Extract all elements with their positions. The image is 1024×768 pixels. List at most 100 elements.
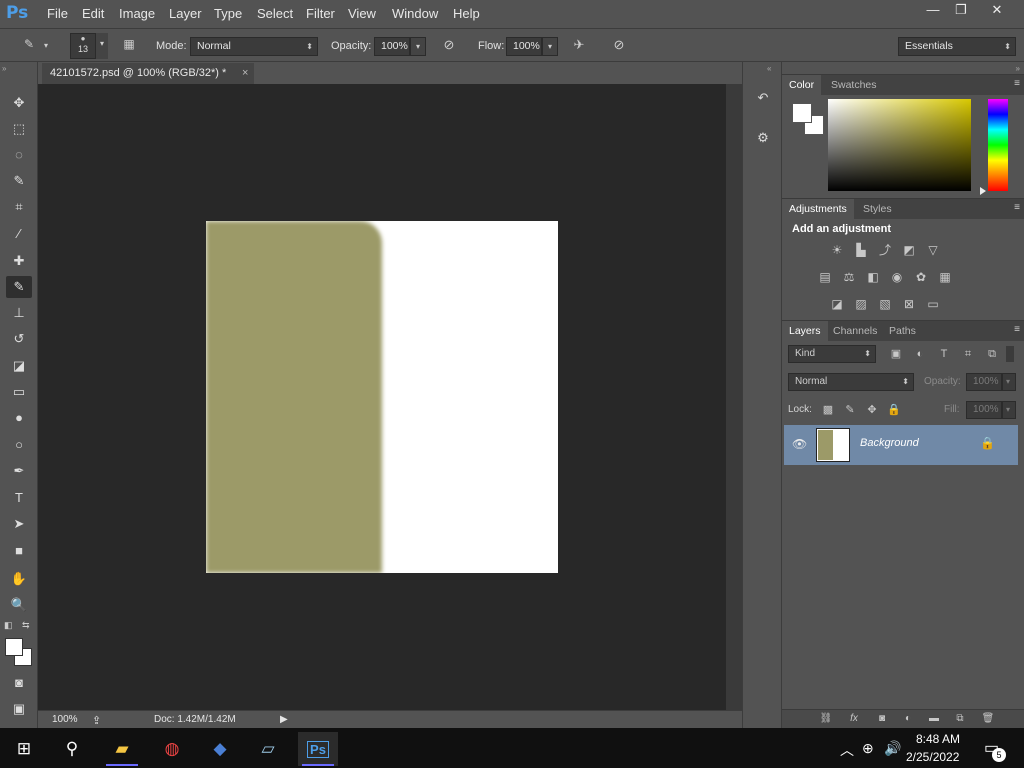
- eraser-tool-icon[interactable]: ◪: [6, 355, 32, 377]
- healing-brush-tool-icon[interactable]: ✚: [6, 250, 32, 272]
- threshold-icon[interactable]: ▧: [876, 295, 894, 313]
- quick-mask-icon[interactable]: ◙: [6, 672, 32, 694]
- default-colors-icon[interactable]: ◧: [4, 620, 13, 631]
- filter-toggle[interactable]: [1006, 346, 1014, 362]
- hue-saturation-icon[interactable]: ▤: [816, 268, 834, 286]
- export-icon[interactable]: ⇪: [92, 714, 101, 727]
- new-group-icon[interactable]: ▬: [926, 713, 942, 727]
- menu-type[interactable]: Type: [214, 6, 242, 21]
- zoom-tool-icon[interactable]: 🔍: [6, 594, 32, 616]
- brush-size-caret-icon[interactable]: ▾: [96, 33, 108, 59]
- flow-caret-icon[interactable]: ▾: [542, 37, 558, 56]
- adjustments-panel-menu-icon[interactable]: ≡: [1014, 202, 1020, 213]
- new-layer-icon[interactable]: ⧉: [952, 713, 968, 727]
- menu-window[interactable]: Window: [392, 6, 438, 21]
- filter-smart-object-icon[interactable]: ⧉: [984, 346, 1000, 362]
- curves-icon[interactable]: ⤴: [876, 241, 894, 259]
- type-tool-icon[interactable]: T: [6, 487, 32, 509]
- document-tab[interactable]: 42101572.psd @ 100% (RGB/32*) * ×: [42, 63, 254, 84]
- file-explorer-icon[interactable]: ▰: [102, 732, 142, 766]
- lasso-tool-icon[interactable]: ◌: [6, 144, 32, 166]
- dodge-tool-icon[interactable]: ○: [6, 434, 32, 456]
- fill-caret-icon[interactable]: ▾: [1002, 401, 1016, 419]
- menu-file[interactable]: File: [47, 6, 68, 21]
- flow-input[interactable]: 100%: [506, 37, 542, 56]
- layer-style-icon[interactable]: fx: [846, 713, 862, 727]
- black-white-icon[interactable]: ◧: [864, 268, 882, 286]
- new-adjustment-layer-icon[interactable]: ◐: [900, 713, 916, 727]
- vibrance-icon[interactable]: ▽: [924, 241, 942, 259]
- chrome-icon[interactable]: ◍: [152, 732, 192, 766]
- tab-color[interactable]: Color: [782, 75, 822, 95]
- filter-shape-icon[interactable]: ⌗: [960, 346, 976, 362]
- filter-type-icon[interactable]: T: [936, 346, 952, 362]
- layer-opacity-input[interactable]: 100%: [966, 373, 1002, 391]
- brush-preset-caret-icon[interactable]: ▾: [44, 41, 48, 50]
- airbrush-icon[interactable]: ✈: [568, 37, 590, 55]
- clock-time[interactable]: 8:48 AM: [916, 732, 960, 746]
- blend-mode-dropdown[interactable]: Normal ⬍: [788, 373, 914, 391]
- status-menu-arrow-icon[interactable]: ▶: [280, 714, 288, 725]
- selective-color-icon[interactable]: ⊠: [900, 295, 918, 313]
- collapse-dock-icon[interactable]: »: [1016, 64, 1020, 73]
- layer-opacity-caret-icon[interactable]: ▾: [1002, 373, 1016, 391]
- invert-icon[interactable]: ◪: [828, 295, 846, 313]
- pen-tool-icon[interactable]: ✒: [6, 460, 32, 482]
- hand-tool-icon[interactable]: ✋: [6, 568, 32, 590]
- tab-swatches[interactable]: Swatches: [824, 75, 884, 95]
- menu-edit[interactable]: Edit: [82, 6, 104, 21]
- delete-layer-icon[interactable]: 🗑: [980, 713, 996, 727]
- photoshop-taskbar-icon[interactable]: Ps: [298, 732, 338, 766]
- photo-filter-icon[interactable]: ◉: [888, 268, 906, 286]
- opacity-input[interactable]: 100%: [374, 37, 410, 56]
- color-spectrum-field[interactable]: [828, 99, 971, 191]
- blur-tool-icon[interactable]: ●: [6, 407, 32, 429]
- layer-lock-icon[interactable]: 🔒: [980, 436, 995, 450]
- network-icon[interactable]: ⊕: [862, 740, 874, 757]
- clock-date[interactable]: 2/25/2022: [906, 750, 959, 764]
- start-button-icon[interactable]: ⊞: [4, 732, 44, 766]
- tab-paths[interactable]: Paths: [882, 321, 923, 341]
- filter-adjustment-icon[interactable]: ◐: [912, 346, 928, 362]
- tray-chevron-icon[interactable]: ︿: [840, 740, 854, 760]
- mode-dropdown[interactable]: Normal ⬍: [190, 37, 318, 56]
- channel-mixer-icon[interactable]: ✿: [912, 268, 930, 286]
- menu-view[interactable]: View: [348, 6, 376, 21]
- history-panel-icon[interactable]: ↶: [751, 86, 775, 110]
- clone-stamp-tool-icon[interactable]: ⊥: [6, 302, 32, 324]
- marquee-tool-icon[interactable]: ⬚: [6, 118, 32, 140]
- levels-icon[interactable]: ▙: [852, 241, 870, 259]
- opacity-caret-icon[interactable]: ▾: [410, 37, 426, 56]
- collapse-strip-icon[interactable]: «: [767, 64, 771, 73]
- layer-filter-dropdown[interactable]: Kind ⬍: [788, 345, 876, 363]
- brightness-contrast-icon[interactable]: ☀: [828, 241, 846, 259]
- restore-button[interactable]: ❐: [944, 0, 978, 20]
- collapse-toolbar-icon[interactable]: »: [2, 64, 6, 73]
- eyedropper-tool-icon[interactable]: ⁄: [6, 223, 32, 245]
- vertical-scrollbar[interactable]: [726, 84, 742, 710]
- document-close-icon[interactable]: ×: [242, 63, 248, 83]
- move-tool-icon[interactable]: ✥: [6, 92, 32, 114]
- menu-layer[interactable]: Layer: [169, 6, 202, 21]
- posterize-icon[interactable]: ▨: [852, 295, 870, 313]
- brush-size-picker[interactable]: ● 13: [70, 33, 96, 59]
- lock-position-icon[interactable]: ✥: [864, 402, 880, 418]
- app-notes-icon[interactable]: ▱: [248, 732, 288, 766]
- brush-tool-icon[interactable]: ✎: [6, 276, 32, 298]
- color-balance-icon[interactable]: ⚖: [840, 268, 858, 286]
- menu-help[interactable]: Help: [453, 6, 480, 21]
- menu-image[interactable]: Image: [119, 6, 155, 21]
- app-cube-icon[interactable]: ◆: [200, 732, 240, 766]
- visibility-eye-icon[interactable]: 👁: [792, 437, 807, 451]
- crop-tool-icon[interactable]: ⌗: [6, 196, 32, 218]
- gradient-tool-icon[interactable]: ▭: [6, 381, 32, 403]
- volume-icon[interactable]: 🔊: [884, 740, 901, 757]
- screen-mode-icon[interactable]: ▣: [6, 698, 32, 720]
- pressure-opacity-icon[interactable]: ⊘: [438, 37, 460, 55]
- swap-colors-icon[interactable]: ⇆: [22, 620, 30, 631]
- layer-item-background[interactable]: 👁 Background 🔒: [784, 425, 1018, 465]
- color-foreground-swatch[interactable]: [792, 103, 812, 123]
- search-icon[interactable]: ⚲: [52, 732, 92, 766]
- quick-selection-tool-icon[interactable]: ✎: [6, 170, 32, 192]
- menu-filter[interactable]: Filter: [306, 6, 335, 21]
